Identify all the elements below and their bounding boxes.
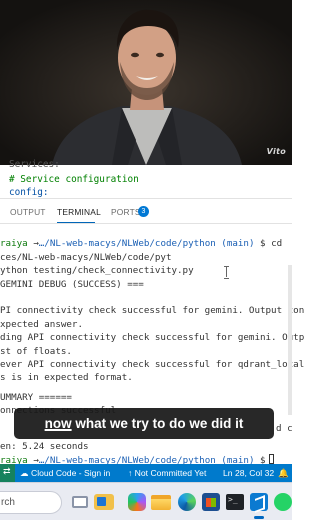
prompt-user: raiya <box>0 238 28 249</box>
prompt-command: $ cd <box>254 238 283 249</box>
terminal-line: UMMARY ====== <box>0 392 72 403</box>
webcam-logo: Vito <box>266 147 286 156</box>
terminal-line: st of floats. <box>0 346 72 357</box>
terminal-line: ding API connectivity check successful f… <box>0 332 305 343</box>
terminal-line: ces/NL-web-macys/NLWeb/code/pyt <box>0 252 172 263</box>
editor-line: config: <box>9 187 49 198</box>
task-view-icon[interactable] <box>72 496 88 508</box>
terminal-line: xpected answer. <box>0 319 83 330</box>
vscode-icon[interactable] <box>250 493 268 511</box>
webcam-overlay: Vito <box>0 0 292 165</box>
caption-emphasis: now <box>44 416 72 431</box>
caption-text: what we try to do we did it <box>71 416 244 431</box>
copilot-icon[interactable] <box>128 493 146 511</box>
whatsapp-icon[interactable] <box>274 493 292 511</box>
terminal-icon[interactable] <box>226 494 244 510</box>
prompt-branch: (main) <box>215 238 255 249</box>
git-commit-status[interactable]: ↑ Not Committed Yet <box>128 468 206 478</box>
terminal-prompt: raiya →…/NL-web-macys/NLWeb/code/python … <box>0 238 282 249</box>
remote-indicator[interactable]: ⇄ <box>0 464 15 482</box>
panel-tab-bar: OUTPUT TERMINAL PORTS 3 <box>0 198 292 224</box>
active-tab-indicator <box>57 222 95 223</box>
store-icon[interactable] <box>202 493 220 511</box>
edge-icon[interactable] <box>178 493 196 511</box>
terminal-line: s is in expected format. <box>0 372 133 383</box>
tab-terminal[interactable]: TERMINAL <box>57 207 101 217</box>
terminal-cursor <box>268 454 274 464</box>
terminal-line: GEMINI DEBUG (SUCCESS) === <box>0 279 144 290</box>
text-cursor-icon <box>224 266 230 279</box>
terminal-line: PI connectivity check successful for gem… <box>0 305 305 316</box>
taskbar-search[interactable]: rch <box>0 491 62 514</box>
widgets-icon[interactable] <box>94 494 114 510</box>
presenter-video <box>0 0 292 165</box>
status-bar: ⇄ ☁ Cloud Code - Sign in ↑ Not Committed… <box>0 464 292 482</box>
ports-count-badge: 3 <box>138 206 149 217</box>
editor-comment-line: # Service configuration <box>9 174 139 185</box>
terminal-line: ython testing/check_connectivity.py <box>0 265 194 276</box>
terminal-scrollbar[interactable] <box>288 265 292 415</box>
cursor-position[interactable]: Ln 28, Col 32 <box>223 468 274 478</box>
terminal-line-fragment: d c <box>276 423 293 434</box>
windows-taskbar: rch <box>0 482 292 520</box>
terminal-line: en: 5.24 seconds <box>0 441 89 452</box>
tab-output[interactable]: OUTPUT <box>10 207 46 217</box>
video-caption: now what we try to do we did it <box>14 408 274 439</box>
cloud-code-sign-in[interactable]: ☁ Cloud Code - Sign in <box>20 468 110 479</box>
active-app-indicator <box>254 516 264 519</box>
editor-line: Services: <box>9 159 60 170</box>
prompt-path: …/NL-web-macys/NLWeb/code/python <box>38 238 216 249</box>
tab-ports[interactable]: PORTS <box>111 207 141 217</box>
remote-icon: ⇄ <box>3 466 11 476</box>
bell-icon[interactable]: 🔔 <box>278 468 289 479</box>
terminal-line: ever API connectivity check successful f… <box>0 359 305 370</box>
code-editor[interactable]: Services: # Service configuration config… <box>0 159 292 198</box>
prompt-arrow: → <box>27 238 39 249</box>
file-explorer-icon[interactable] <box>151 495 171 510</box>
